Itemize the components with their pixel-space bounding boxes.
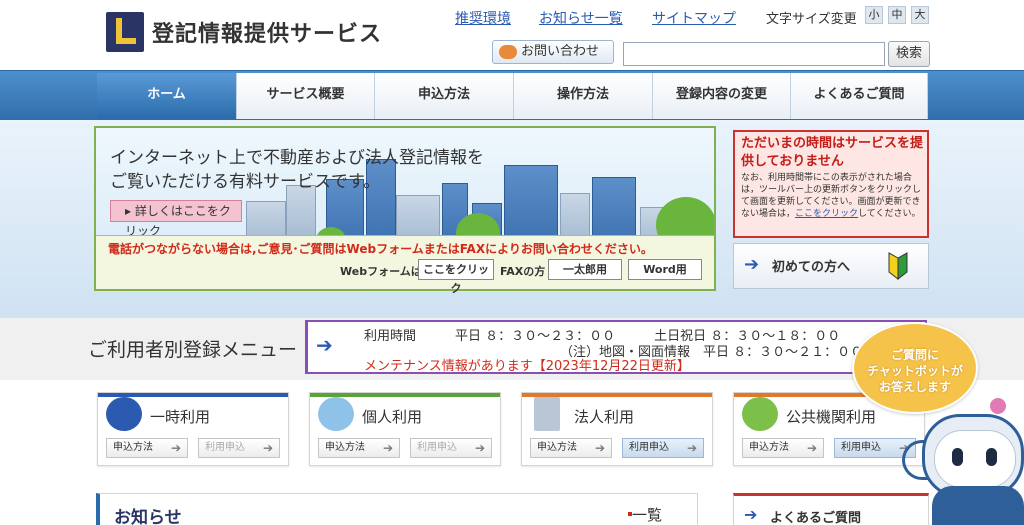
- link-recommended-env[interactable]: 推奨環境: [455, 8, 511, 28]
- service-status-link[interactable]: ここをクリック: [795, 209, 858, 219]
- site-title[interactable]: 登記情報提供サービス: [152, 16, 382, 48]
- chatbot-line1: ご質問に: [890, 348, 939, 362]
- font-size-small-button[interactable]: 小: [865, 6, 883, 24]
- webform-label: Webフォームは: [340, 265, 422, 278]
- faq-label: よくあるご質問: [770, 511, 862, 525]
- webform-button[interactable]: ここをクリック: [418, 259, 494, 295]
- card-apply-button[interactable]: 利用申込 ➔: [198, 438, 280, 458]
- contact-label: お問い合わせ: [521, 44, 600, 59]
- service-status-body: なお、利用時間帯にこの表示がされた場合は，ツールバー上の更新ボタンをクリックして…: [741, 172, 927, 220]
- nav-item-service-overview[interactable]: サービス概要: [237, 73, 375, 119]
- house-icon: [318, 397, 354, 431]
- chatbot-eye: [952, 448, 963, 466]
- arrow-right-icon: ➔: [316, 333, 333, 357]
- search-button[interactable]: 検索: [888, 41, 930, 67]
- nav-item-faq[interactable]: よくあるご質問: [791, 73, 928, 119]
- card-howto-label: 申込方法: [749, 442, 789, 453]
- banner-note: 電話がつながらない場合は,ご意見･ご質問はWebフォームまたはFAXによりお問い…: [108, 242, 653, 256]
- service-status-title: ただいまの時間はサービスを提供しておりません: [741, 136, 924, 169]
- first-time-label: 初めての方へ: [772, 260, 851, 275]
- card-howto-button[interactable]: 申込方法 ➔: [318, 438, 400, 458]
- news-title: お知らせ: [114, 508, 182, 525]
- font-size-medium-button[interactable]: 中: [888, 6, 906, 24]
- chatbot-antenna: [990, 398, 1006, 414]
- nav-item-change-registration[interactable]: 登録内容の変更: [653, 73, 791, 119]
- card-howto-button[interactable]: 申込方法 ➔: [530, 438, 612, 458]
- card-apply-label: 利用申込: [629, 442, 669, 453]
- card-title: 法人利用: [574, 408, 635, 426]
- nav-item-application[interactable]: 申込方法: [375, 73, 514, 119]
- beginner-mark-icon: [888, 252, 908, 280]
- card-personal-use: 個人利用 申込方法 ➔ 利用申込 ➔: [309, 392, 501, 466]
- link-sitemap[interactable]: サイトマップ: [652, 8, 736, 28]
- banner-detail-button[interactable]: ▸ 詳しくはここをクリック: [110, 200, 242, 238]
- nav-item-home[interactable]: ホーム: [97, 73, 237, 119]
- fax-label: FAXの方: [500, 265, 546, 278]
- card-apply-button[interactable]: 利用申込 ➔: [410, 438, 492, 458]
- card-apply-button[interactable]: 利用申込 ➔: [622, 438, 704, 458]
- maintenance-notice[interactable]: メンテナンス情報があります【2023年12月22日更新】: [364, 355, 690, 374]
- nav-item-operation[interactable]: 操作方法: [514, 73, 653, 119]
- news-list-link[interactable]: 一覧: [632, 504, 662, 525]
- card-howto-label: 申込方法: [537, 442, 577, 453]
- arrow-right-icon: ➔: [744, 505, 758, 524]
- chatbot-eye: [986, 448, 997, 466]
- banner-headline-line2: ご覧いただける有料サービスです。: [110, 172, 381, 192]
- chatbot-line3: お答えします: [878, 380, 951, 394]
- card-apply-label: 利用申込: [841, 442, 881, 453]
- banner-headline-line1: インターネット上で不動産および法人登記情報を: [110, 148, 484, 168]
- japan-map-icon: [742, 397, 778, 431]
- card-howto-button[interactable]: 申込方法 ➔: [106, 438, 188, 458]
- card-apply-label: 利用申込: [205, 442, 245, 453]
- card-title: 一時利用: [150, 408, 211, 426]
- banner-headline: インターネット上で不動産および法人登記情報を ご覧いただける有料サービスです。: [110, 146, 484, 194]
- card-title: 個人利用: [362, 408, 423, 426]
- building-icon: [534, 397, 560, 431]
- fax-ichitaro-button[interactable]: 一太郎用: [548, 259, 622, 280]
- card-corporate-use: 法人利用 申込方法 ➔ 利用申込 ➔: [521, 392, 713, 466]
- news-section: [96, 493, 698, 525]
- card-apply-label: 利用申込: [417, 442, 457, 453]
- card-howto-label: 申込方法: [113, 442, 153, 453]
- card-title: 公共機関利用: [786, 408, 877, 426]
- chatbot-robot-body: [932, 486, 1024, 525]
- phone-icon: [499, 45, 517, 59]
- search-input[interactable]: [623, 42, 885, 66]
- card-howto-button[interactable]: 申込方法 ➔: [742, 438, 824, 458]
- fax-word-button[interactable]: Word用: [628, 259, 702, 280]
- chatbot-text: ご質問に チャットボットが お答えします: [858, 347, 972, 395]
- registration-menu-title: ご利用者別登録メニュー: [88, 339, 298, 361]
- card-temporary-use: 一時利用 申込方法 ➔ 利用申込 ➔: [97, 392, 289, 466]
- font-size-label: 文字サイズ変更: [766, 12, 857, 27]
- time-icon: [106, 397, 142, 431]
- site-logo-icon[interactable]: [106, 12, 144, 52]
- font-size-large-button[interactable]: 大: [911, 6, 929, 24]
- arrow-right-icon: ➔: [744, 254, 760, 275]
- link-news-list[interactable]: お知らせ一覧: [539, 8, 623, 28]
- chatbot-robot-face: [934, 430, 1016, 488]
- card-howto-label: 申込方法: [325, 442, 365, 453]
- service-status-text-3: してください。: [858, 209, 921, 219]
- chatbot-line2: チャットボットが: [867, 364, 963, 378]
